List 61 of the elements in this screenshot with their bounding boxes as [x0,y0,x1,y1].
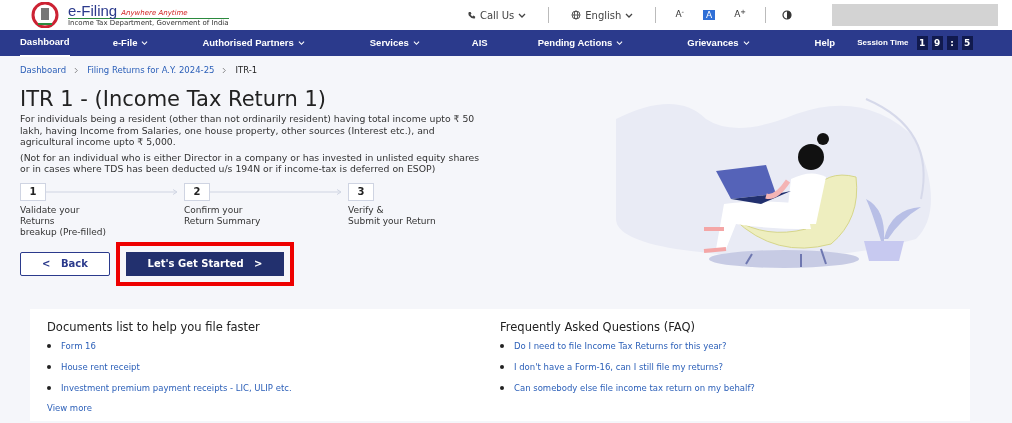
bullet-icon [47,365,51,370]
caret-icon [742,40,750,46]
link[interactable]: Do I need to file Income Tax Returns for this year? [514,340,727,353]
link[interactable]: Can somebody else file income tax return on my behalf? [514,381,755,395]
step-label: Verify & Submit your Return [348,204,437,227]
section-title: Frequently Asked Questions (FAQ) [500,318,696,336]
view-more-link[interactable]: View more [47,402,500,415]
caret-icon [297,40,305,46]
bullet-icon [500,344,504,349]
session-timer-digit: 9 [931,36,943,50]
step-label: Validate your Returns breakup (Pre-filled) [20,204,107,238]
globe-icon [571,10,582,20]
breadcrumb-link[interactable]: Filing Returns for A.Y. 2024-25 [87,64,215,77]
nav-tab[interactable]: e-File [112,29,149,57]
session-time-label: Session Time [857,37,909,49]
nav-tab[interactable]: Pending Actions [537,29,624,57]
phone-icon [466,10,476,20]
nav-tab[interactable]: Help [814,29,836,57]
caret-icon [616,40,624,46]
bullet-icon [47,344,51,349]
session-timer-digit: 5 [961,36,973,50]
contrast-icon [782,10,792,20]
step-label: Confirm your Return Summary [184,204,262,227]
start-button[interactable]: Let's Get Started > [126,251,284,276]
breadcrumb-current: ITR-1 [235,64,258,77]
session-timer-digit: : [946,36,958,50]
step-arrow-icon [210,188,344,195]
bullet-icon [47,385,51,390]
bullet-icon [500,385,504,390]
link[interactable]: House rent receipt [61,360,140,374]
font-size-button[interactable]: A [703,10,716,20]
font-size-button[interactable]: A$^{+}$ [731,8,749,22]
caret-icon [141,40,149,46]
caret-icon [412,40,420,46]
link[interactable]: I don't have a Form-16, can I still file my returns? [514,360,724,374]
caret-icon [625,11,634,19]
step-arrow-icon [46,188,180,195]
session-timer-digit: 1 [916,36,928,50]
nav-tab[interactable]: AIS [471,29,488,57]
link[interactable]: Investment premium payment receipts - LIC, ULIP etc. [61,381,292,395]
language-dropdown[interactable]: English [565,6,640,24]
page-title: ITR 1 - (Income Tax Return 1) [20,86,327,112]
step-number: 2 [184,182,210,201]
nav-tab[interactable]: Services [369,29,420,57]
back-button[interactable]: < Back [20,251,110,276]
call-us-dropdown[interactable]: Call Us [460,6,533,24]
description-text: For individuals being a resident (other than not ordinarily resident) having total income upto ₹ 50 lakh, having Income from Salaries, one house property, other sources (Interest etc.), and agricultural income upto ₹ 5,000. [20,112,476,148]
step-number: 3 [348,182,374,201]
nav-tab[interactable]: Authorised Partners [202,29,305,57]
section-title: Documents list to help you file faster [47,318,261,336]
chevron-icon [74,66,80,74]
chevron-icon [222,66,228,74]
note-text: (Not for an individual who is either Director in a company or has invested in unlisted equity shares or in cases where TDS has been deducted u/s 194N or if income-tax is deferred on ESOP) [20,151,481,175]
caret-icon [518,11,527,19]
nav-tab[interactable]: Grievances [687,29,750,57]
link[interactable]: Form 16 [61,340,96,353]
breadcrumb-link[interactable]: Dashboard [20,64,67,77]
font-size-button[interactable]: A$^{-}$ [672,8,687,22]
step-number: 1 [20,182,46,201]
nav-tab[interactable]: Dashboard [20,28,70,58]
bullet-icon [500,365,504,370]
